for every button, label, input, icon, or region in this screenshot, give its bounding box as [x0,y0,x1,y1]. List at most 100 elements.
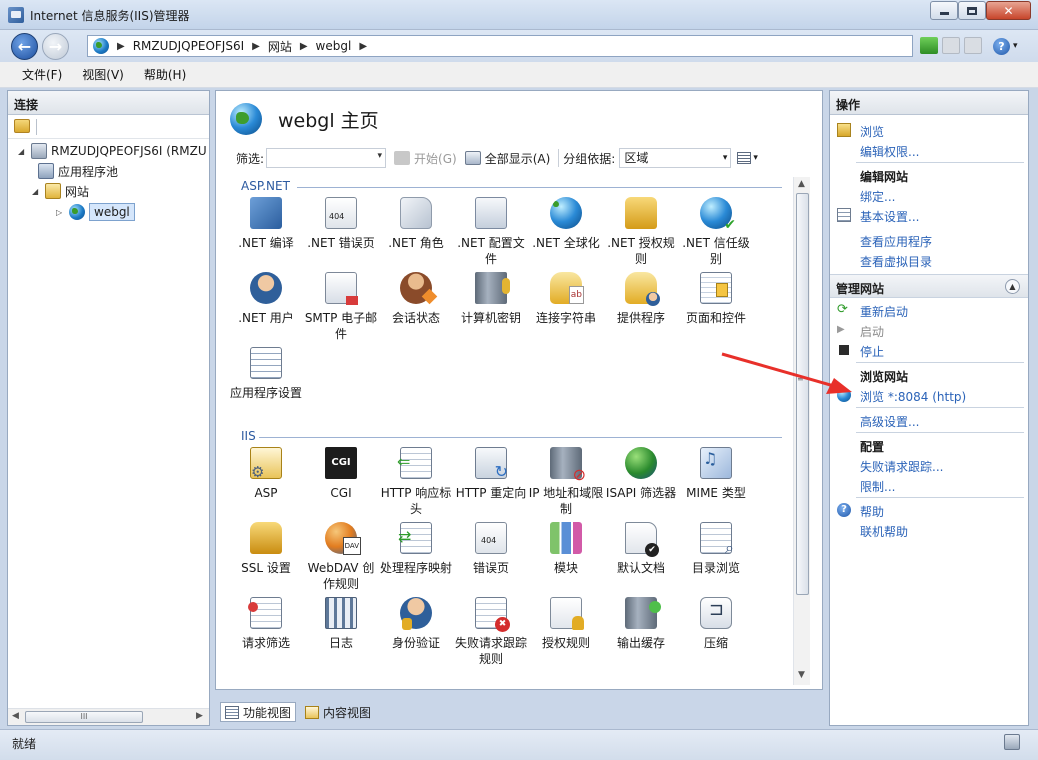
manage-site-header[interactable]: 管理网站 ▲ [830,274,1028,298]
create-connection-icon[interactable] [14,119,30,133]
basic-settings-link[interactable]: 基本设置... [860,208,919,225]
section-heading[interactable]: ASP.NET [241,179,290,193]
feature-item[interactable]: 页面和控件 [678,272,754,326]
scroll-up-icon[interactable]: ▲ [798,179,805,189]
filter-input[interactable] [266,148,387,168]
horizontal-scrollbar[interactable]: ◀ III ▶ [8,708,209,725]
help-link[interactable]: 帮助 [860,503,884,520]
feature-item[interactable]: CGI CGI [303,447,379,501]
online-help-link[interactable]: 联机帮助 [860,523,908,540]
scroll-right-icon[interactable]: ▶ [196,711,203,721]
feature-item[interactable]: MIME 类型 [678,447,754,501]
feature-item[interactable]: 请求筛选 [228,597,304,651]
feature-item[interactable]: .NET 编译 [228,197,304,251]
scroll-down-icon[interactable]: ▼ [798,670,805,680]
feature-item[interactable]: 失败请求跟踪规则 [453,597,529,667]
feature-item[interactable]: SSL 设置 [228,522,304,576]
feature-item[interactable]: 会话状态 [378,272,454,326]
tree-item-server[interactable]: ◢ RMZUDJQPEOFJS6I (RMZU [18,141,207,161]
feature-item[interactable]: WebDAV 创作规则 [303,522,379,592]
collapse-icon[interactable]: ▲ [1005,279,1020,294]
tree-item-webgl[interactable]: ▷ webgl [56,202,135,222]
explore-link[interactable]: 浏览 [860,123,884,140]
feature-item[interactable]: 模块 [528,522,604,576]
limits-link[interactable]: 限制... [860,478,895,495]
machine-key-icon [475,272,510,304]
feature-item[interactable]: 计算机密钥 [453,272,529,326]
collapse-icon[interactable]: ◢ [18,147,28,156]
feature-item[interactable]: 默认文档 [603,522,679,576]
error-pages-icon [475,522,507,554]
feature-item[interactable]: IP 地址和域限制 [528,447,604,517]
feature-item[interactable]: .NET 授权规则 [603,197,679,267]
expand-icon[interactable]: ▷ [56,208,66,217]
tab-features-view[interactable]: 功能视图 [220,702,297,722]
feature-item[interactable]: ASP [228,447,304,501]
group-by-select[interactable]: 区域 [619,148,732,168]
feature-item[interactable]: 压缩 [678,597,754,651]
feature-item[interactable]: 处理程序映射 [378,522,454,576]
feature-item[interactable]: 应用程序设置 [228,347,304,401]
feature-item[interactable]: .NET 配置文件 [453,197,529,267]
feature-item[interactable]: 授权规则 [528,597,604,651]
close-button[interactable]: ✕ [986,1,1031,20]
tree-item-app-pools[interactable]: 应用程序池 [38,161,118,181]
feature-item[interactable]: .NET 信任级别 [678,197,754,267]
view-virtual-directories-link[interactable]: 查看虚拟目录 [860,253,932,270]
feature-item[interactable]: .NET 角色 [378,197,454,251]
edit-permissions-link[interactable]: 编辑权限... [860,143,919,160]
home-icon[interactable] [964,37,982,54]
feature-item[interactable]: .NET 用户 [228,272,304,326]
stop-icon[interactable] [942,37,960,54]
scroll-thumb[interactable]: III [25,711,143,723]
website-globe-icon [69,204,85,220]
menu-help[interactable]: 帮助(H) [144,66,186,83]
feature-item[interactable]: 目录浏览 [678,522,754,576]
section-heading[interactable]: IIS [241,429,256,443]
vertical-scrollbar[interactable]: ▲ ≡ ▼ [793,177,810,685]
start-filter-button[interactable]: 开始(G) [394,150,457,167]
menu-file[interactable]: 文件(F) [22,66,62,83]
feature-item[interactable]: 错误页 [453,522,529,576]
bindings-link[interactable]: 绑定... [860,188,895,205]
back-button[interactable]: ← [11,33,38,60]
http-redirect-icon [475,447,508,480]
feature-item[interactable]: 连接字符串 [528,272,604,326]
address-bar[interactable]: ▶ RMZUDJQPEOFJS6I ▶ 网站 ▶ webgl ▶ [87,35,913,57]
feature-item[interactable]: 输出缓存 [603,597,679,651]
feature-item[interactable]: .NET 全球化 [528,197,604,251]
feature-item[interactable]: HTTP 响应标头 [378,447,454,517]
menu-view[interactable]: 视图(V) [82,66,124,83]
feature-item[interactable]: 日志 [303,597,379,651]
stop-link[interactable]: 停止 [860,343,884,360]
restart-link[interactable]: 重新启动 [860,303,908,320]
view-applications-link[interactable]: 查看应用程序 [860,233,932,250]
feature-item[interactable]: 身份验证 [378,597,454,651]
breadcrumb-server[interactable]: RMZUDJQPEOFJS6I [133,39,244,53]
feature-item[interactable]: SMTP 电子邮件 [303,272,379,342]
advanced-settings-link[interactable]: 高级设置... [860,413,919,430]
feature-item[interactable]: 提供程序 [603,272,679,326]
failed-request-tracing-link[interactable]: 失败请求跟踪... [860,458,943,475]
start-link[interactable]: 启动 [860,323,884,340]
feature-item[interactable]: .NET 错误页 [303,197,379,251]
net-users-icon [250,272,282,304]
collapse-icon[interactable]: ◢ [32,187,42,196]
feature-item[interactable]: HTTP 重定向 [453,447,529,501]
breadcrumb-sites[interactable]: 网站 [268,38,292,55]
refresh-icon[interactable] [920,37,938,54]
view-mode-button[interactable]: ▾ [737,152,758,164]
tab-content-view[interactable]: 内容视图 [300,702,376,722]
divider [856,497,1024,498]
scroll-thumb[interactable] [796,193,809,595]
feature-item[interactable]: ISAPI 筛选器 [603,447,679,501]
tree-item-sites[interactable]: ◢ 网站 [32,181,89,201]
scroll-left-icon[interactable]: ◀ [12,711,19,721]
browse-port-link[interactable]: 浏览 *:8084 (http) [860,388,966,405]
show-all-button[interactable]: 全部显示(A) [464,150,550,167]
minimize-button[interactable] [930,1,958,20]
help-dropdown-button[interactable]: ? ▾ [993,37,1029,55]
breadcrumb-webgl[interactable]: webgl [316,39,352,53]
maximize-button[interactable] [958,1,986,20]
forward-button[interactable]: → [42,33,69,60]
